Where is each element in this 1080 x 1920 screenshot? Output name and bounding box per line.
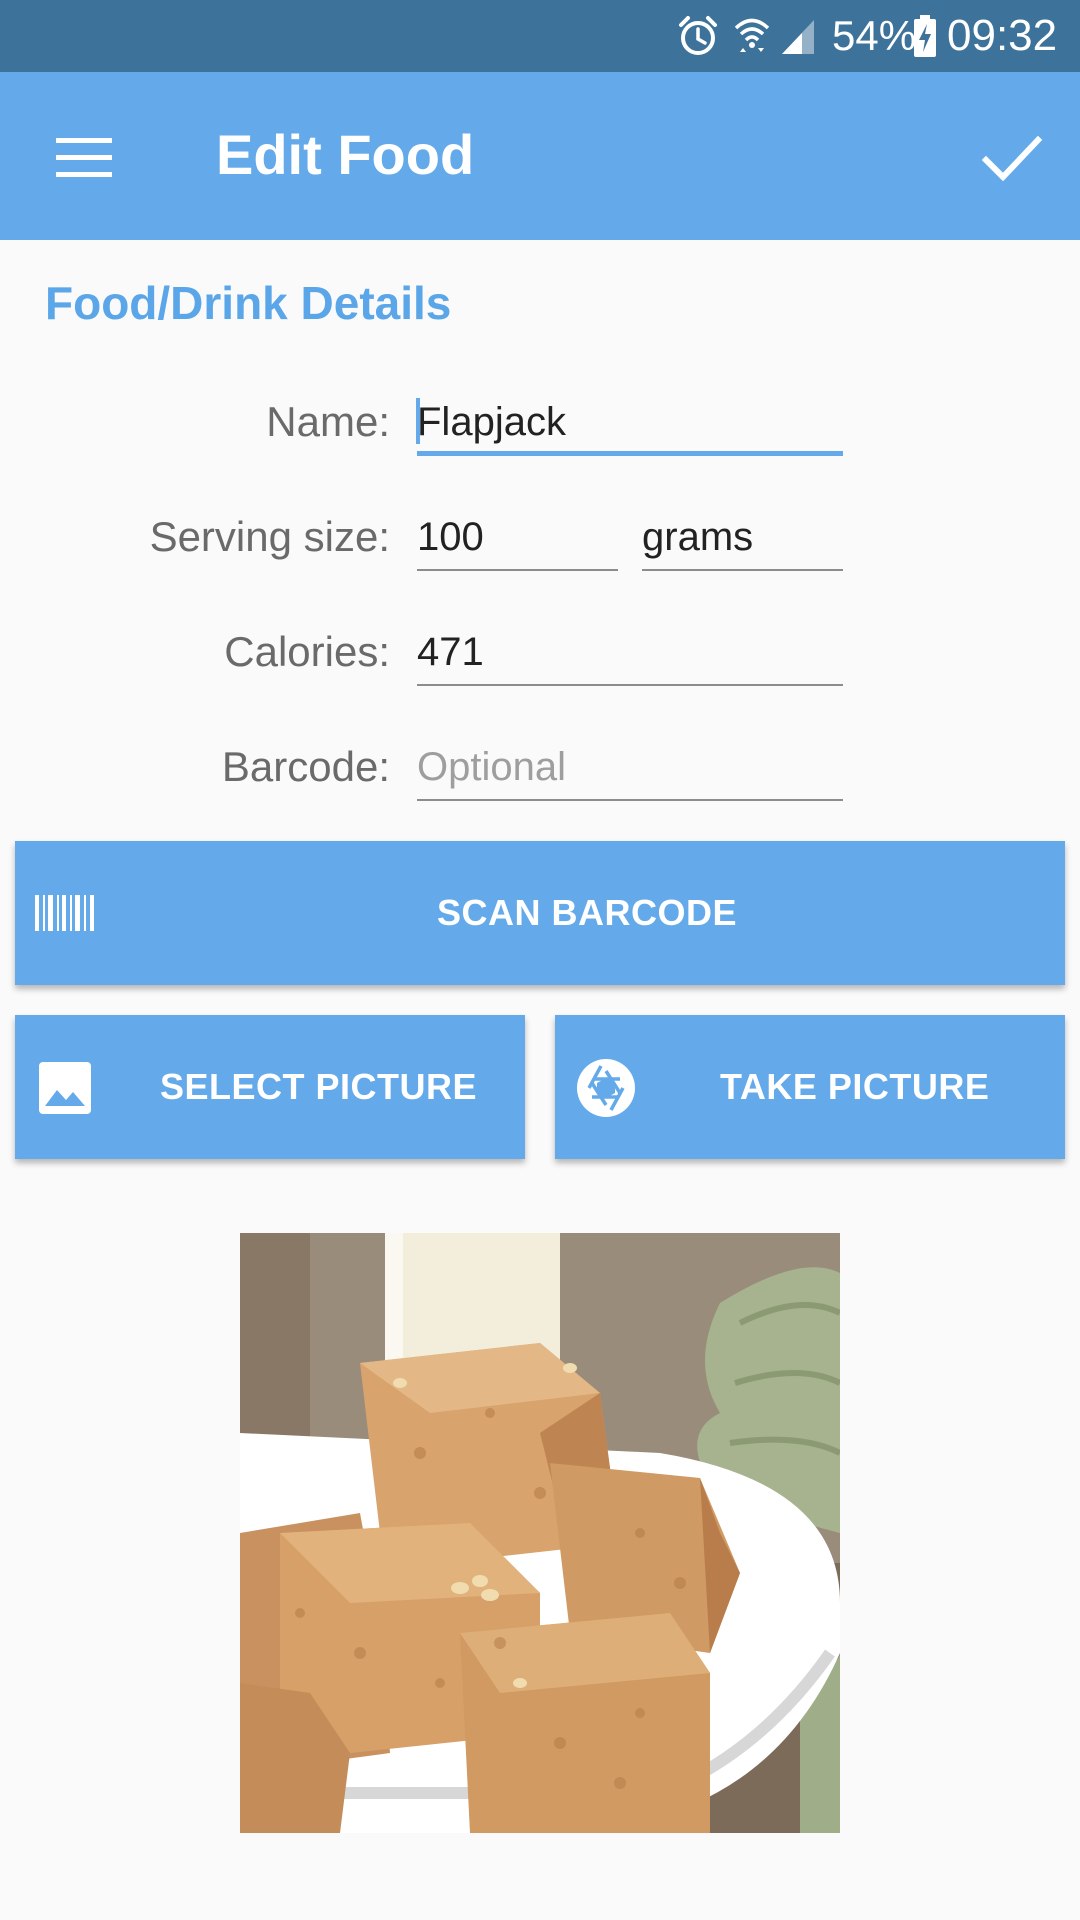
barcode-placeholder: Optional: [417, 745, 566, 789]
battery-charging-icon: [914, 15, 936, 57]
status-bar: 54% 09:32: [0, 0, 1080, 72]
barcode-label: Barcode:: [221, 743, 390, 790]
signal-icon: [782, 20, 814, 54]
scan-barcode-label: SCAN BARCODE: [437, 892, 738, 933]
camera-shutter-icon: [577, 1059, 635, 1117]
menu-button[interactable]: [40, 114, 128, 202]
serving-size-input[interactable]: 100: [417, 511, 618, 571]
section-title: Food/Drink Details: [45, 277, 452, 329]
hamburger-menu-icon: [56, 138, 112, 177]
name-value: Flapjack: [417, 400, 566, 444]
name-input[interactable]: Flapjack: [416, 396, 843, 456]
confirm-button[interactable]: [968, 114, 1056, 202]
food-photo: [240, 1233, 840, 1833]
take-picture-label: TAKE PICTURE: [720, 1066, 990, 1107]
name-label: Name:: [266, 398, 390, 445]
alarm-icon: [679, 16, 717, 55]
battery-percent: 54%: [832, 12, 917, 59]
calories-input[interactable]: 471: [417, 626, 843, 686]
select-picture-label: SELECT PICTURE: [160, 1066, 478, 1107]
barcode-icon: [35, 895, 94, 931]
serving-size-value: 100: [417, 515, 484, 559]
calories-value: 471: [417, 630, 484, 674]
image-icon: [39, 1062, 91, 1114]
calories-label: Calories:: [224, 628, 390, 675]
check-icon: [981, 135, 1043, 182]
serving-size-label: Serving size:: [149, 513, 390, 560]
clock: 09:32: [947, 11, 1058, 60]
select-picture-button[interactable]: SELECT PICTURE: [15, 1015, 525, 1159]
app-toolbar: Edit Food: [0, 72, 1080, 240]
wifi-icon: [734, 18, 770, 52]
page-title: Edit Food: [216, 123, 475, 186]
barcode-input[interactable]: Optional: [417, 741, 843, 801]
serving-unit-input[interactable]: grams: [642, 511, 843, 571]
text-cursor: [416, 398, 420, 444]
scan-barcode-button[interactable]: SCAN BARCODE: [15, 841, 1065, 985]
serving-unit-value: grams: [642, 515, 754, 559]
take-picture-button[interactable]: TAKE PICTURE: [555, 1015, 1065, 1159]
edit-food-screen: 54% 09:32 Edit Food Food/Drink Details N…: [0, 0, 1080, 1920]
